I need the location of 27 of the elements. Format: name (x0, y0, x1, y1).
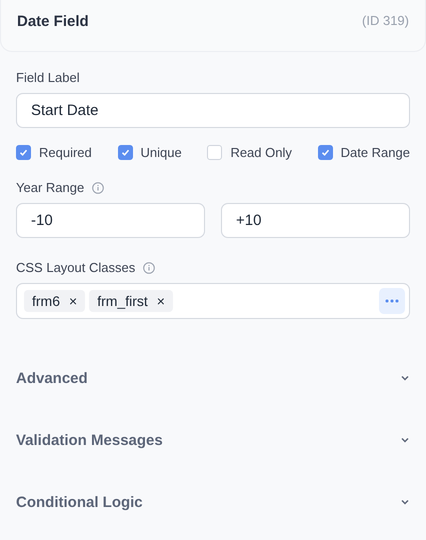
field-id: (ID 319) (362, 13, 409, 28)
check-icon (120, 148, 130, 157)
year-to-input[interactable]: +10 (221, 203, 410, 238)
field-label-caption: Field Label (16, 70, 80, 85)
check-icon (320, 148, 330, 157)
class-tag: frm_first × (89, 290, 173, 312)
option-checkbox[interactable]: Date Range (318, 145, 410, 160)
option-checkbox[interactable]: Read Only (207, 145, 292, 160)
class-tag: frm6 × (24, 290, 86, 312)
check-icon (19, 148, 28, 157)
accordion-header[interactable]: Validation Messages (0, 409, 426, 471)
remove-tag-button[interactable]: × (69, 293, 78, 309)
info-icon[interactable] (92, 182, 104, 194)
year-from-input[interactable]: -10 (16, 203, 205, 238)
accordion-header[interactable]: Conditional Logic (0, 471, 426, 533)
remove-tag-button[interactable]: × (156, 293, 165, 309)
option-checkbox[interactable]: Unique (118, 145, 182, 160)
year-range-label: Year Range (16, 180, 84, 195)
label-input[interactable]: Start Date (16, 93, 410, 128)
css-classes-field[interactable]: frm6 × frm_first × (16, 283, 410, 319)
css-classes-label: CSS Layout Classes (16, 260, 136, 275)
accordion-header[interactable]: Advanced (0, 347, 426, 409)
info-icon[interactable] (143, 262, 156, 274)
more-button[interactable] (379, 288, 405, 314)
option-checkbox[interactable]: Required (16, 145, 92, 160)
dots-icon (385, 299, 399, 303)
panel-title: Date Field (17, 13, 89, 30)
